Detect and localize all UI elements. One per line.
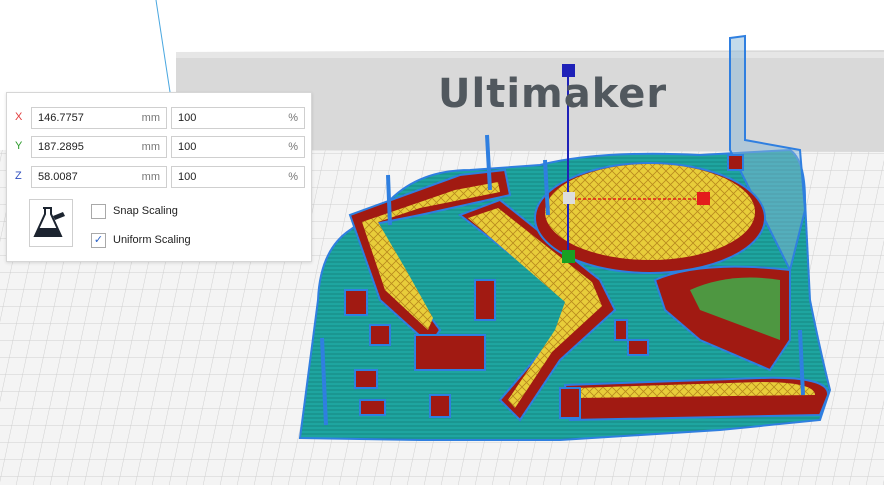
x-size-value: 146.7757 bbox=[38, 112, 84, 124]
x-percent-value: 100 bbox=[178, 112, 197, 124]
axis-label-z: Z bbox=[15, 170, 22, 182]
scale-tool-icon[interactable] bbox=[29, 199, 73, 247]
z-size-input[interactable]: 58.0087 mm bbox=[31, 166, 167, 188]
y-percent-input[interactable]: 100 % bbox=[171, 136, 305, 158]
gizmo-y-handle[interactable] bbox=[562, 250, 575, 263]
gizmo-x-handle[interactable] bbox=[697, 192, 710, 205]
x-size-input[interactable]: 146.7757 mm bbox=[31, 107, 167, 129]
axis-label-y: Y bbox=[15, 140, 23, 152]
z-percent-input[interactable]: 100 % bbox=[171, 166, 305, 188]
y-size-input[interactable]: 187.2895 mm bbox=[31, 136, 167, 158]
scale-row-z: Z 58.0087 mm 100 % bbox=[7, 166, 311, 188]
y-size-value: 187.2895 bbox=[38, 141, 84, 153]
uniform-scaling-option[interactable]: ✓ Uniform Scaling bbox=[91, 232, 291, 250]
x-percent-unit: % bbox=[288, 112, 298, 124]
z-percent-value: 100 bbox=[178, 171, 197, 183]
z-size-value: 58.0087 bbox=[38, 171, 78, 183]
x-percent-input[interactable]: 100 % bbox=[171, 107, 305, 129]
snap-scaling-checkbox[interactable] bbox=[91, 204, 106, 219]
snap-scaling-option[interactable]: Snap Scaling bbox=[91, 203, 291, 221]
build-volume-edge bbox=[155, 0, 171, 93]
scale-row-x: X 146.7757 mm 100 % bbox=[7, 107, 311, 129]
scale-row-y: Y 187.2895 mm 100 % bbox=[7, 136, 311, 158]
y-percent-value: 100 bbox=[178, 141, 197, 153]
snap-scaling-label: Snap Scaling bbox=[113, 205, 178, 217]
y-percent-unit: % bbox=[288, 141, 298, 153]
x-size-unit: mm bbox=[141, 112, 160, 124]
ultimaker-logo: Ultimaker bbox=[438, 71, 668, 117]
z-size-unit: mm bbox=[141, 171, 160, 183]
uniform-scaling-checkbox[interactable]: ✓ bbox=[91, 233, 106, 248]
gizmo-center-handle[interactable] bbox=[563, 192, 575, 204]
z-percent-unit: % bbox=[288, 171, 298, 183]
uniform-scaling-label: Uniform Scaling bbox=[113, 234, 191, 246]
y-size-unit: mm bbox=[141, 141, 160, 153]
scale-tool-panel: X 146.7757 mm 100 % Y 187.2895 mm 100 % … bbox=[6, 92, 312, 262]
axis-label-x: X bbox=[15, 111, 23, 123]
